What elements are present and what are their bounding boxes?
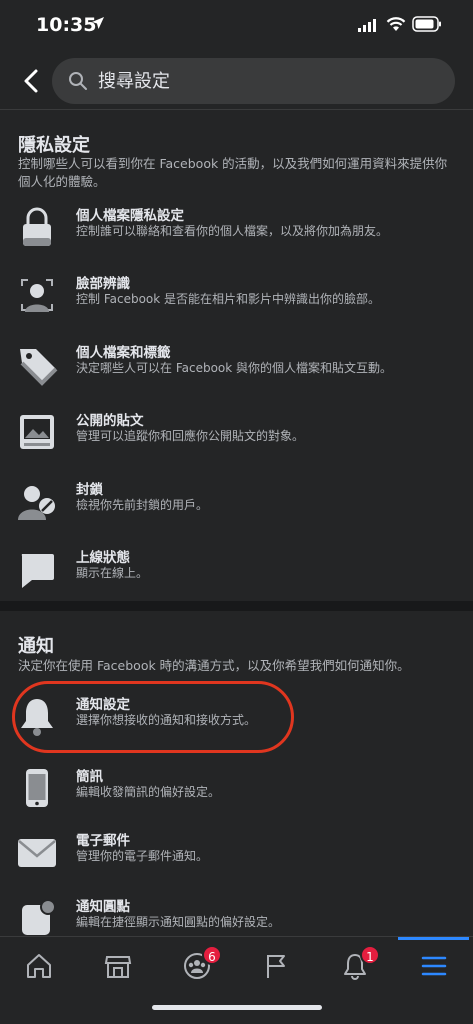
- settings-header: [0, 54, 473, 110]
- status-bar: 10:35: [0, 0, 473, 54]
- block-user-icon: [18, 486, 55, 520]
- privacy-item-profile[interactable]: 個人檔案隱私設定 控制誰可以聯絡和查看你的個人檔案，以及將你加為朋友。: [0, 204, 473, 274]
- tab-pages[interactable]: [251, 947, 301, 987]
- search-icon: [69, 72, 87, 90]
- item-title: 個人檔案和標籤: [76, 345, 171, 361]
- item-description: 編輯收發簡訊的偏好設定。: [76, 785, 221, 799]
- privacy-item-profile-tags[interactable]: 個人檔案和標籤 決定哪些人可以在 Facebook 與你的個人檔案和貼文互動。: [0, 341, 473, 411]
- groups-badge: 6: [202, 945, 222, 965]
- privacy-item-public-posts[interactable]: 公開的貼文 管理可以追蹤你和回應你公開貼文的對象。: [0, 409, 473, 479]
- notification-item-email[interactable]: 電子郵件 管理你的電子郵件通知。: [0, 829, 473, 899]
- tab-groups[interactable]: 6: [172, 945, 222, 987]
- item-description: 檢視你先前封鎖的用戶。: [76, 498, 209, 512]
- home-icon: [27, 954, 51, 978]
- tag-icon: [20, 349, 58, 386]
- home-indicator[interactable]: [152, 1005, 322, 1010]
- item-title: 電子郵件: [76, 833, 130, 849]
- item-title: 公開的貼文: [76, 413, 144, 429]
- settings-content: 隱私設定 控制哪些人可以看到你在 Facebook 的活動，以及我們如何運用資料…: [0, 111, 473, 936]
- cellular-signal-icon: [358, 19, 376, 32]
- search-bar[interactable]: [52, 58, 455, 104]
- section-divider: [0, 601, 473, 611]
- item-description: 控制 Facebook 是否能在相片和影片中辨識出你的臉部。: [76, 292, 381, 306]
- item-description: 管理可以追蹤你和回應你公開貼文的對象。: [76, 429, 305, 443]
- item-title: 臉部辨識: [76, 276, 130, 292]
- public-post-icon: [20, 415, 54, 449]
- envelope-icon: [18, 839, 56, 867]
- item-description: 控制誰可以聯絡和查看你的個人檔案，以及將你加為朋友。: [76, 224, 389, 238]
- bottom-tab-bar: 6 1: [0, 936, 473, 1024]
- location-arrow-icon: [92, 17, 104, 29]
- menu-icon: [421, 956, 447, 976]
- item-description: 管理你的電子郵件通知。: [76, 849, 209, 863]
- notifications-badge: 1: [360, 945, 380, 965]
- back-arrow-icon[interactable]: [20, 68, 42, 94]
- wifi-icon: [386, 17, 406, 31]
- marketplace-icon: [104, 956, 132, 978]
- status-time: 10:35: [36, 14, 97, 36]
- item-title: 上線狀態: [76, 550, 130, 566]
- privacy-item-blocking[interactable]: 封鎖 檢視你先前封鎖的用戶。: [0, 478, 473, 548]
- item-title: 個人檔案隱私設定: [76, 208, 184, 224]
- lock-icon: [23, 207, 51, 246]
- highlight-circle: [12, 681, 294, 753]
- face-recognition-icon: [21, 279, 53, 312]
- battery-icon: [412, 16, 441, 32]
- item-title: 封鎖: [76, 482, 103, 498]
- notification-section-description: 決定你在使用 Facebook 時的溝通方式，以及你希望我們如何通知你。: [18, 658, 410, 673]
- notification-dot-icon: [22, 899, 56, 935]
- tab-menu[interactable]: [409, 947, 459, 987]
- item-description: 決定哪些人可以在 Facebook 與你的個人檔案和貼文互動。: [76, 361, 393, 375]
- notification-section-title: 通知: [18, 636, 54, 657]
- item-description: 顯示在線上。: [76, 566, 149, 580]
- item-title: 通知圓點: [76, 899, 130, 915]
- privacy-section-title: 隱私設定: [18, 135, 90, 156]
- phone-icon: [26, 769, 48, 807]
- privacy-item-face-recognition[interactable]: 臉部辨識 控制 Facebook 是否能在相片和影片中辨識出你的臉部。: [0, 272, 473, 342]
- chat-bubble-icon: [21, 554, 55, 588]
- active-tab-indicator: [398, 937, 469, 940]
- item-title: 簡訊: [76, 769, 103, 785]
- privacy-section-description: 控制哪些人可以看到你在 Facebook 的活動，以及我們如何運用資料來提供你個…: [18, 156, 448, 189]
- notification-item-dots[interactable]: 通知圓點 編輯在捷徑顯示通知圓點的偏好設定。: [0, 895, 473, 936]
- tab-home[interactable]: [14, 947, 64, 987]
- notification-item-sms[interactable]: 簡訊 編輯收發簡訊的偏好設定。: [0, 765, 473, 835]
- flag-icon: [267, 955, 285, 978]
- search-input[interactable]: [98, 58, 438, 104]
- tab-notifications[interactable]: 1: [330, 945, 380, 987]
- item-description: 編輯在捷徑顯示通知圓點的偏好設定。: [76, 915, 281, 929]
- tab-marketplace[interactable]: [93, 947, 143, 987]
